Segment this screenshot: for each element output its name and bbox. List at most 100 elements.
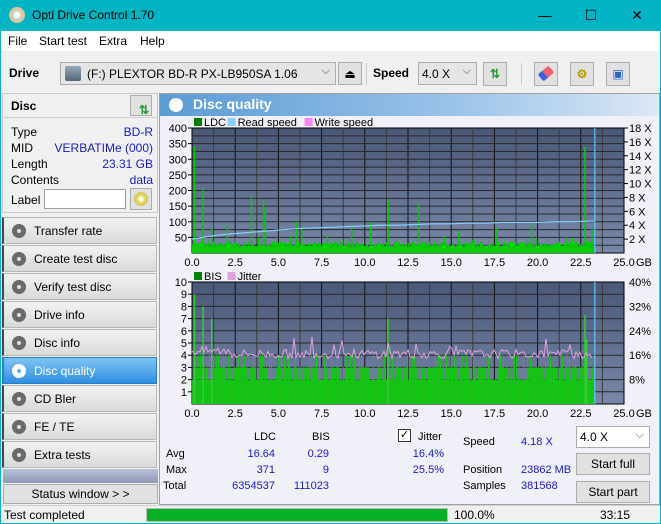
ldc-bar <box>396 241 397 253</box>
bis-bar <box>269 355 270 404</box>
ldc-bar <box>423 241 424 253</box>
ldc-bar <box>461 241 462 253</box>
bis-bar <box>548 367 549 404</box>
ldc-bar <box>230 242 231 253</box>
bis-bar <box>373 355 374 404</box>
bis-bar <box>299 367 300 404</box>
bis-spike <box>387 318 389 404</box>
ldc-bar <box>550 245 551 253</box>
ldc-bar <box>310 245 311 253</box>
bis-bar <box>571 367 572 404</box>
eraser-icon <box>537 65 555 82</box>
ldc-bar <box>384 245 385 253</box>
legend-label: Read speed <box>238 117 297 129</box>
ldc-bar <box>583 241 584 253</box>
bis-bar <box>531 367 532 404</box>
erase-button[interactable] <box>534 62 558 86</box>
bis-bar <box>591 379 592 404</box>
minimize-button[interactable]: — <box>522 0 568 31</box>
nav-disc-quality[interactable]: Disc quality <box>2 357 157 384</box>
bis-bar <box>479 367 480 404</box>
bis-bar <box>295 355 296 404</box>
settings-button[interactable]: ⚙ <box>570 62 594 86</box>
drive-select[interactable]: (F:) PLEXTOR BD-R PX-LB950SA 1.06 ⌵ <box>60 62 336 85</box>
disc-refresh-button[interactable]: ⇅ <box>130 95 152 117</box>
ldc-bar <box>350 246 351 253</box>
chevron-down-icon: ⌵ <box>321 65 330 77</box>
speed-select[interactable]: 4.0 X ⌵ <box>418 62 477 85</box>
ldc-bar <box>543 246 544 253</box>
ldc-bar <box>470 244 471 253</box>
bis-bar <box>248 379 249 404</box>
test-speed-select[interactable]: 4.0 X ⌵ <box>576 426 650 448</box>
ldc-bar <box>432 244 433 253</box>
nav-cd-bler[interactable]: CD Bler <box>2 385 157 412</box>
maximize-button[interactable]: ☐ <box>568 0 614 31</box>
ldc-bar <box>213 241 214 253</box>
nav-extra-tests[interactable]: Extra tests <box>2 441 157 468</box>
ldc-bar <box>488 245 489 253</box>
ldc-bar <box>349 238 350 253</box>
save-button[interactable]: ▣ <box>606 62 630 86</box>
ldc-bar <box>536 238 537 253</box>
menu-extra[interactable]: Extra <box>99 34 127 48</box>
nav-create-test-disc[interactable]: Create test disc <box>2 245 157 272</box>
bis-bar <box>225 355 226 404</box>
bis-bar <box>296 367 297 404</box>
ldc-bar <box>480 241 481 253</box>
bis-bar <box>560 367 561 404</box>
menu-start-test[interactable]: Start test <box>39 34 87 48</box>
ldc-bar <box>200 242 201 253</box>
bis-bar <box>476 379 477 404</box>
ldc-bar <box>462 245 463 253</box>
ldc-bar <box>463 246 464 253</box>
ldc-bar <box>294 245 295 253</box>
disc-test-icon <box>12 308 26 322</box>
ldc-bar <box>255 246 256 253</box>
close-button[interactable]: ✕ <box>614 0 660 31</box>
refresh-button[interactable]: ⇅ <box>483 62 507 86</box>
y-tick-label: 6 <box>181 326 187 338</box>
ldc-bar <box>421 238 422 253</box>
start-full-button[interactable]: Start full <box>576 453 650 475</box>
bis-bar <box>336 367 337 404</box>
nav-drive-info[interactable]: Drive info <box>2 301 157 328</box>
eject-button[interactable]: ⏏ <box>338 62 362 85</box>
y2-tick-label: 12 X <box>629 165 652 177</box>
menu-help[interactable]: Help <box>140 34 165 48</box>
bis-bar <box>351 367 352 404</box>
jitter-checkbox[interactable]: ✓ <box>398 429 411 442</box>
ldc-bar <box>451 245 452 253</box>
ldc-bar <box>487 243 488 253</box>
left-panel: Disc ⇅ Type BD-R MID VERBATIMe (000) Lengt… <box>2 93 158 505</box>
nav-transfer-rate[interactable]: Transfer rate <box>2 217 157 244</box>
disc-quality-icon <box>169 98 183 112</box>
disc-label-button[interactable] <box>130 188 152 210</box>
bis-bar <box>438 355 439 404</box>
ldc-bar <box>484 245 485 253</box>
ldc-bar <box>197 245 198 253</box>
ldc-bar <box>482 243 483 253</box>
ldc-bar <box>440 242 441 253</box>
bis-spike <box>585 339 588 404</box>
bis-bar <box>462 355 463 404</box>
nav-disc-info[interactable]: Disc info <box>2 329 157 356</box>
ldc-bar <box>513 239 514 253</box>
bis-bar <box>512 379 513 404</box>
bis-bar <box>494 379 495 404</box>
status-window-button[interactable]: Status window > > <box>3 484 158 504</box>
ldc-bar <box>236 243 237 253</box>
bis-bar <box>473 355 474 404</box>
bis-bar <box>199 379 200 404</box>
ldc-bar <box>554 244 555 253</box>
bis-bar <box>582 367 583 404</box>
start-part-button[interactable]: Start part <box>576 481 650 503</box>
ldc-bar <box>341 242 342 253</box>
disc-label-input[interactable] <box>44 189 126 209</box>
menu-file[interactable]: File <box>8 34 27 48</box>
ldc-bar <box>430 245 431 253</box>
nav-verify-test-disc[interactable]: Verify test disc <box>2 273 157 300</box>
nav-fe-te[interactable]: FE / TE <box>2 413 157 440</box>
bis-bar <box>480 367 481 404</box>
bis-spike <box>202 306 204 404</box>
